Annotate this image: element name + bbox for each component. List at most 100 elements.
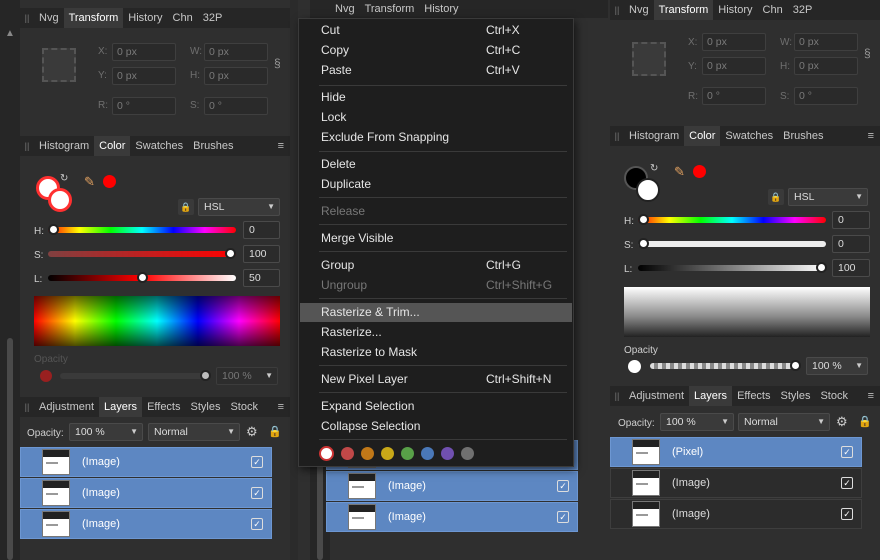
panel-menu-icon[interactable]: ≡ — [868, 130, 874, 142]
tab-styles[interactable]: Styles — [776, 386, 816, 406]
x-field[interactable]: 0 px — [702, 33, 766, 51]
opacity-slider[interactable] — [650, 360, 801, 371]
tab-color[interactable]: Color — [94, 136, 131, 156]
tab-stock[interactable]: Stock — [815, 386, 853, 406]
color-mode-dropdown[interactable]: HSL ▼ — [788, 188, 868, 206]
eyedropper-icon[interactable]: ✎ — [84, 174, 95, 190]
tab-transform[interactable]: Transform — [653, 0, 714, 20]
menu-item-copy[interactable]: Copy Ctrl+C — [300, 41, 572, 60]
color-spectrum[interactable] — [624, 287, 870, 337]
w-field[interactable]: 0 px — [204, 43, 268, 61]
tab-history[interactable]: History — [419, 0, 463, 19]
visibility-checkbox[interactable]: ✓ — [251, 487, 263, 499]
tab-nvg[interactable]: Nvg — [34, 8, 64, 28]
saturation-knob[interactable] — [225, 248, 236, 259]
tab-history[interactable]: History — [713, 0, 757, 20]
anchor-grid-icon[interactable] — [42, 48, 76, 82]
tab-adjustment[interactable]: Adjustment — [624, 386, 689, 406]
y-field[interactable]: 0 px — [112, 67, 176, 85]
lightness-value[interactable]: 100 — [832, 259, 870, 277]
link-icon[interactable]: § — [274, 56, 281, 70]
menu-item-rasterize-to-mask[interactable]: Rasterize to Mask — [300, 343, 572, 362]
tab-layers[interactable]: Layers — [99, 397, 143, 417]
saturation-knob[interactable] — [638, 238, 649, 249]
stroke-color-well[interactable] — [636, 178, 660, 202]
x-field[interactable]: 0 px — [112, 43, 176, 61]
visibility-checkbox[interactable]: ✓ — [841, 477, 853, 489]
tab-chn[interactable]: Chn — [758, 0, 788, 20]
panel-menu-icon[interactable]: ≡ — [278, 140, 284, 152]
tab-swatches[interactable]: Swatches — [130, 136, 188, 156]
stroke-color-well[interactable] — [48, 188, 72, 212]
opacity-knob[interactable] — [200, 370, 211, 381]
left-scrollbar[interactable] — [7, 338, 13, 560]
grip-icon[interactable]: || — [610, 391, 624, 401]
layer-opacity-dropdown[interactable]: 100 % ▼ — [660, 413, 734, 431]
menu-item-expand-selection[interactable]: Expand Selection — [300, 397, 572, 416]
menu-item-collapse-selection[interactable]: Collapse Selection — [300, 417, 572, 436]
opacity-knob[interactable] — [790, 360, 801, 371]
h-field[interactable]: 0 px — [794, 57, 858, 75]
blend-mode-dropdown[interactable]: Normal ▼ — [148, 423, 240, 441]
menu-item-new-pixel-layer[interactable]: New Pixel Layer Ctrl+Shift+N — [300, 370, 572, 389]
opacity-dropdown[interactable]: 100 % ▼ — [806, 357, 868, 375]
hue-value[interactable]: 0 — [832, 211, 870, 229]
tab-swatches[interactable]: Swatches — [720, 126, 778, 146]
shear-field[interactable]: 0 ° — [794, 87, 858, 105]
layer-row[interactable]: (Image) ✓ — [20, 509, 272, 539]
y-field[interactable]: 0 px — [702, 57, 766, 75]
link-icon[interactable]: § — [864, 46, 871, 60]
grip-icon[interactable]: || — [20, 402, 34, 412]
color-tag-swatch[interactable] — [361, 447, 374, 460]
visibility-checkbox[interactable]: ✓ — [557, 511, 569, 523]
swap-colors-icon[interactable]: ↻ — [60, 173, 68, 184]
color-tag-swatch[interactable] — [341, 447, 354, 460]
tab-nvg[interactable]: Nvg — [330, 0, 360, 19]
menu-item-release[interactable]: Release — [300, 202, 572, 221]
lightness-knob[interactable] — [136, 272, 148, 283]
tab-color[interactable]: Color — [684, 126, 721, 146]
grip-icon[interactable]: || — [610, 5, 624, 15]
tab-transform[interactable]: Transform — [63, 8, 124, 28]
rotation-field[interactable]: 0 ° — [702, 87, 766, 105]
menu-item-cut[interactable]: Cut Ctrl+X — [300, 21, 572, 40]
tab-history[interactable]: History — [123, 8, 167, 28]
grip-icon[interactable]: || — [610, 131, 624, 141]
grip-icon[interactable]: || — [20, 13, 34, 23]
panel-menu-icon[interactable]: ≡ — [278, 401, 284, 413]
tab-histogram[interactable]: Histogram — [34, 136, 94, 156]
menu-item-paste[interactable]: Paste Ctrl+V — [300, 61, 572, 80]
color-tag-swatch[interactable] — [441, 447, 454, 460]
opacity-dropdown[interactable]: 100 % ▼ — [216, 367, 278, 385]
eyedropper-icon[interactable]: ✎ — [674, 164, 685, 180]
hue-knob[interactable] — [638, 214, 649, 225]
layer-row[interactable]: (Image) ✓ — [610, 468, 862, 498]
hue-slider[interactable] — [638, 214, 826, 225]
rotation-field[interactable]: 0 ° — [112, 97, 176, 115]
grip-icon[interactable]: || — [20, 141, 34, 151]
color-spectrum[interactable] — [34, 296, 280, 346]
menu-item-merge-visible[interactable]: Merge Visible — [300, 229, 572, 248]
saturation-value[interactable]: 0 — [832, 235, 870, 253]
visibility-checkbox[interactable]: ✓ — [841, 446, 853, 458]
layer-row[interactable]: (Pixel) ✓ — [610, 437, 862, 467]
hue-knob[interactable] — [48, 224, 59, 235]
layer-row[interactable]: (Image) ✓ — [20, 478, 272, 508]
color-tag-swatch[interactable] — [381, 447, 394, 460]
lock-layer-icon[interactable]: 🔒 — [858, 415, 872, 428]
menu-item-exclude-from-snapping[interactable]: Exclude From Snapping — [300, 128, 572, 147]
layer-opacity-dropdown[interactable]: 100 % ▼ — [69, 423, 143, 441]
color-mode-dropdown[interactable]: HSL ▼ — [198, 198, 280, 216]
menu-item-rasterize-trim[interactable]: Rasterize & Trim... — [300, 303, 572, 322]
saturation-slider[interactable] — [48, 248, 236, 259]
tab-layers[interactable]: Layers — [689, 386, 733, 406]
lightness-slider[interactable] — [638, 262, 827, 273]
tab-nvg[interactable]: Nvg — [624, 0, 654, 20]
lightness-slider[interactable] — [48, 272, 236, 283]
hue-value[interactable]: 0 — [243, 221, 280, 239]
lock-icon[interactable]: 🔒 — [768, 189, 784, 205]
tab-32p[interactable]: 32P — [788, 0, 818, 20]
saturation-slider[interactable] — [638, 238, 826, 249]
lock-icon[interactable]: 🔒 — [178, 199, 194, 215]
color-tag-swatch[interactable] — [421, 447, 434, 460]
